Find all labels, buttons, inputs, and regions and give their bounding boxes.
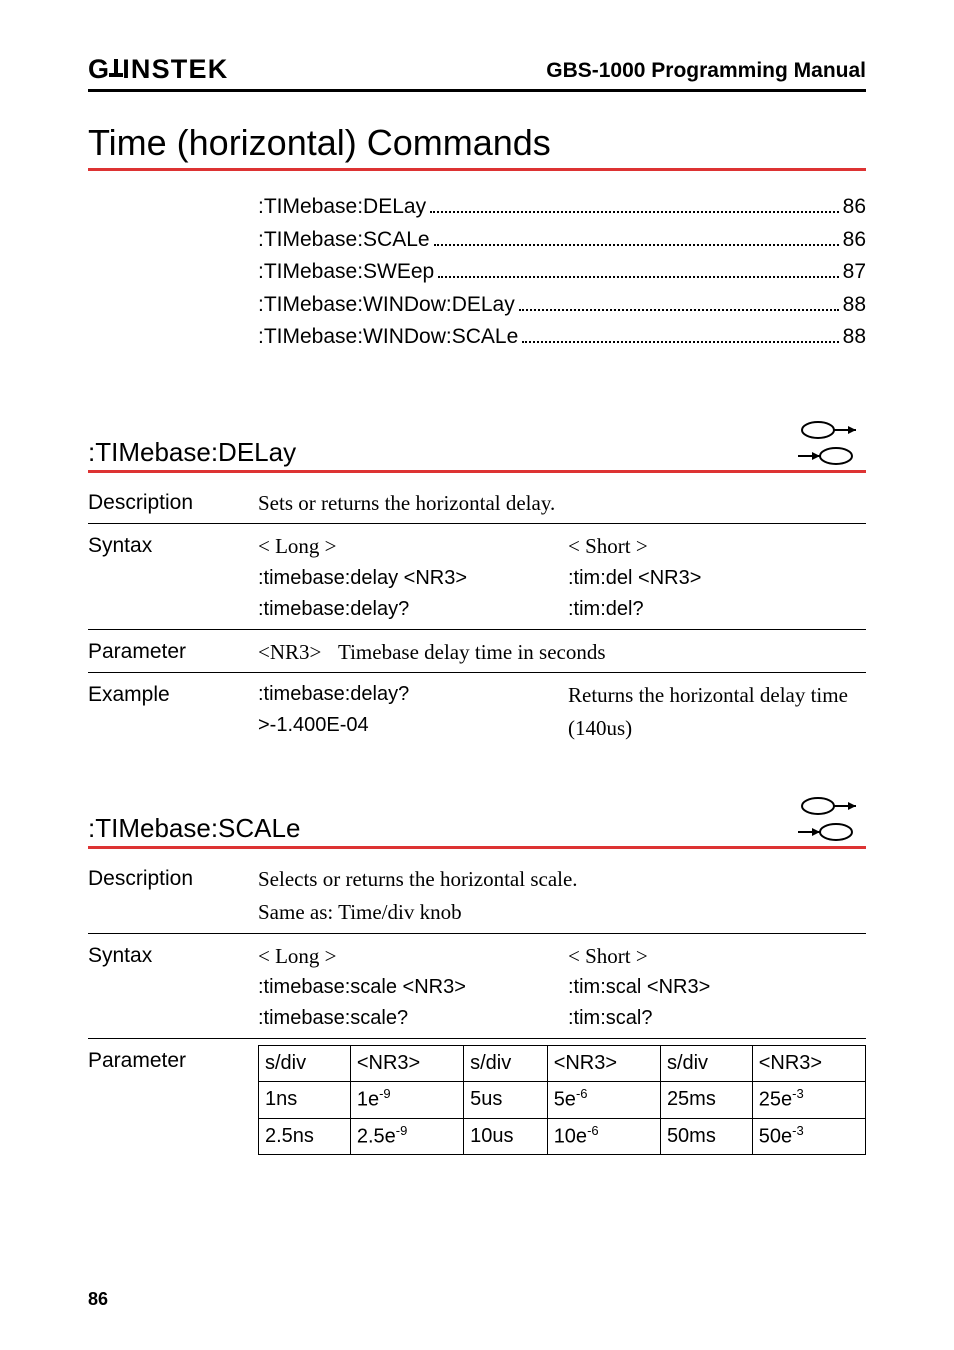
toc-row: :TIMebase:SCALe 86 [258, 224, 866, 257]
brand-post: INSTEK [122, 56, 228, 83]
toc-label: :TIMebase:SWEep [258, 256, 434, 289]
brand-pre: G [88, 56, 110, 83]
command-heading: :TIMebase:SCALe [88, 796, 866, 849]
brand-logo: G INSTEK [88, 56, 228, 83]
doc-title: GBS-1000 Programming Manual [546, 59, 866, 83]
toc-page: 87 [843, 256, 866, 289]
command-name: :TIMebase:SCALe [88, 813, 300, 844]
td: 1ns [259, 1082, 351, 1119]
syntax-long-header: < Long > [258, 530, 556, 563]
th: s/div [259, 1046, 351, 1082]
toc-row: :TIMebase:SWEep 87 [258, 256, 866, 289]
toc-leader [519, 309, 839, 311]
row-description: Description Selects or returns the horiz… [88, 863, 866, 928]
th: s/div [464, 1046, 548, 1082]
toc-leader [434, 244, 839, 246]
syntax-short-header: < Short > [568, 940, 866, 973]
td: 50ms [660, 1118, 752, 1155]
set-query-icon [788, 796, 866, 844]
td: 10e-6 [547, 1118, 660, 1155]
table-row: 2.5ns 2.5e-9 10us 10e-6 50ms 50e-3 [259, 1118, 866, 1155]
value-description-1: Selects or returns the horizontal scale. [258, 863, 866, 896]
th: s/div [660, 1046, 752, 1082]
td: 25e-3 [752, 1082, 865, 1119]
set-query-icon [788, 420, 866, 468]
label-description: Description [88, 487, 258, 520]
toc-row: :TIMebase:WINDow:DELay 88 [258, 289, 866, 322]
syntax-long-set: :timebase:delay <NR3> [258, 563, 556, 594]
label-parameter: Parameter [88, 1045, 258, 1155]
syntax-short-header: < Short > [568, 530, 866, 563]
toc-leader [438, 276, 838, 278]
td: 10us [464, 1118, 548, 1155]
example-cmd: :timebase:delay? [258, 679, 556, 710]
row-syntax: Syntax < Long > < Short > :timebase:scal… [88, 933, 866, 1035]
command-name: :TIMebase:DELay [88, 437, 296, 468]
toc-label: :TIMebase:DELay [258, 191, 426, 224]
toc-label: :TIMebase:WINDow:SCALe [258, 321, 518, 354]
syntax-long-query: :timebase:scale? [258, 1003, 556, 1034]
row-example: Example :timebase:delay? >-1.400E-04 Ret… [88, 672, 866, 744]
table-row: 1ns 1e-9 5us 5e-6 25ms 25e-3 [259, 1082, 866, 1119]
brand-glyph-icon [109, 59, 123, 81]
th: <NR3> [752, 1046, 865, 1082]
toc-label: :TIMebase:WINDow:DELay [258, 289, 515, 322]
toc-page: 86 [843, 224, 866, 257]
scale-parameter-table: s/div <NR3> s/div <NR3> s/div <NR3> 1ns … [258, 1045, 866, 1155]
td: 25ms [660, 1082, 752, 1119]
param-tag: <NR3> [258, 636, 338, 669]
syntax-short-query: :tim:scal? [568, 1003, 866, 1034]
td: 5us [464, 1082, 548, 1119]
syntax-short-set: :tim:del <NR3> [568, 563, 866, 594]
td: 2.5ns [259, 1118, 351, 1155]
label-syntax: Syntax [88, 530, 258, 625]
label-parameter: Parameter [88, 636, 258, 669]
section-title: Time (horizontal) Commands [88, 122, 866, 171]
value-description-2: Same as: Time/div knob [258, 896, 866, 929]
td: 5e-6 [547, 1082, 660, 1119]
syntax-long-set: :timebase:scale <NR3> [258, 972, 556, 1003]
td: 50e-3 [752, 1118, 865, 1155]
toc-row: :TIMebase:DELay 86 [258, 191, 866, 224]
toc-row: :TIMebase:WINDow:SCALe 88 [258, 321, 866, 354]
syntax-long-header: < Long > [258, 940, 556, 973]
th: <NR3> [350, 1046, 463, 1082]
table-header-row: s/div <NR3> s/div <NR3> s/div <NR3> [259, 1046, 866, 1082]
param-desc: Timebase delay time in seconds [338, 636, 866, 669]
toc-page: 86 [843, 191, 866, 224]
page-number: 86 [88, 1289, 108, 1310]
toc-leader [430, 211, 839, 213]
toc-page: 88 [843, 289, 866, 322]
td: 2.5e-9 [350, 1118, 463, 1155]
th: <NR3> [547, 1046, 660, 1082]
label-example: Example [88, 679, 258, 744]
page-header: G INSTEK GBS-1000 Programming Manual [88, 56, 866, 92]
toc-page: 88 [843, 321, 866, 354]
example-response: >-1.400E-04 [258, 710, 556, 741]
toc: :TIMebase:DELay 86 :TIMebase:SCALe 86 :T… [258, 191, 866, 354]
label-syntax: Syntax [88, 940, 258, 1035]
value-description: Sets or returns the horizontal delay. [258, 487, 866, 520]
row-parameter: Parameter s/div <NR3> s/div <NR3> s/div … [88, 1038, 866, 1155]
toc-label: :TIMebase:SCALe [258, 224, 430, 257]
command-scale: :TIMebase:SCALe Description Selects or r… [88, 796, 866, 1155]
row-syntax: Syntax < Long > < Short > :timebase:dela… [88, 523, 866, 625]
td: 1e-9 [350, 1082, 463, 1119]
command-delay: :TIMebase:DELay Description Sets or retu… [88, 420, 866, 745]
example-result: Returns the horizontal delay time (140us… [568, 679, 866, 744]
syntax-short-query: :tim:del? [568, 594, 866, 625]
row-parameter: Parameter <NR3> Timebase delay time in s… [88, 629, 866, 669]
syntax-long-query: :timebase:delay? [258, 594, 556, 625]
row-description: Description Sets or returns the horizont… [88, 487, 866, 520]
label-description: Description [88, 863, 258, 928]
syntax-short-set: :tim:scal <NR3> [568, 972, 866, 1003]
toc-leader [522, 341, 838, 343]
command-heading: :TIMebase:DELay [88, 420, 866, 473]
